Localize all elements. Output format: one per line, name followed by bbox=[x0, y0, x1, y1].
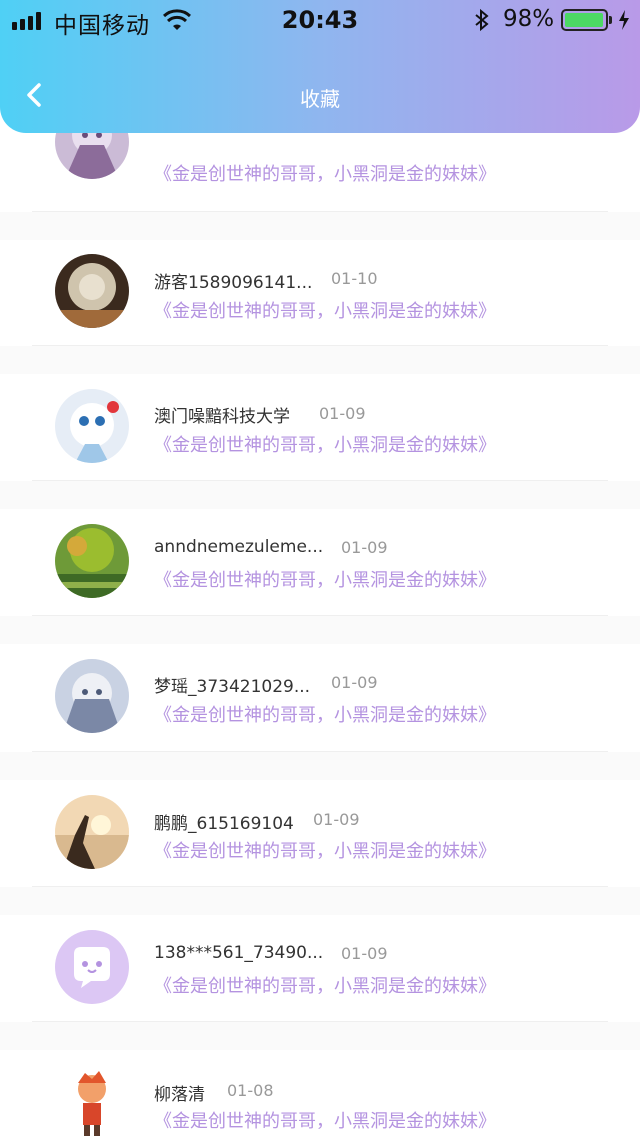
charging-icon bbox=[619, 10, 629, 30]
avatar bbox=[55, 659, 129, 733]
avatar bbox=[55, 1065, 129, 1136]
avatar bbox=[55, 389, 129, 463]
avatar bbox=[55, 524, 129, 598]
battery-fill bbox=[565, 13, 604, 27]
user-name: 澳门噪黯科技大学 bbox=[154, 407, 290, 427]
battery-cap bbox=[609, 16, 612, 24]
battery-icon bbox=[561, 9, 608, 31]
favorites-card: 《金是创世神的哥哥，小黑洞是金的妹妹》 游客1589096141... 01-1… bbox=[0, 105, 640, 1136]
row-gap bbox=[0, 616, 640, 644]
favorite-date: 01-09 bbox=[319, 404, 366, 423]
favorite-date: 01-09 bbox=[341, 538, 388, 557]
favorite-date: 01-10 bbox=[331, 269, 378, 288]
user-name: anndnemezuleme... bbox=[154, 537, 324, 557]
row-gap bbox=[0, 346, 640, 374]
favorite-quote: 《金是创世神的哥哥，小黑洞是金的妹妹》 bbox=[154, 976, 496, 997]
favorite-quote: 《金是创世神的哥哥，小黑洞是金的妹妹》 bbox=[154, 841, 496, 862]
row-gap bbox=[0, 481, 640, 509]
bluetooth-icon bbox=[475, 8, 489, 32]
favorite-quote: 《金是创世神的哥哥，小黑洞是金的妹妹》 bbox=[154, 705, 496, 726]
row-gap bbox=[0, 887, 640, 915]
favorite-quote: 《金是创世神的哥哥，小黑洞是金的妹妹》 bbox=[154, 1111, 496, 1132]
favorite-quote: 《金是创世神的哥哥，小黑洞是金的妹妹》 bbox=[154, 164, 496, 185]
user-name: 梦瑶_373421029... bbox=[154, 677, 311, 697]
favorite-quote: 《金是创世神的哥哥，小黑洞是金的妹妹》 bbox=[154, 435, 496, 456]
page-title: 收藏 bbox=[300, 87, 340, 111]
row-gap bbox=[0, 752, 640, 780]
favorite-quote: 《金是创世神的哥哥，小黑洞是金的妹妹》 bbox=[154, 301, 496, 322]
battery-percentage: 98% bbox=[503, 6, 555, 32]
user-name: 138***561_73490... bbox=[154, 943, 324, 963]
list-item[interactable]: 柳落清 01-08 《金是创世神的哥哥，小黑洞是金的妹妹》 bbox=[0, 1050, 640, 1136]
row-gap bbox=[0, 1022, 640, 1050]
favorite-quote: 《金是创世神的哥哥，小黑洞是金的妹妹》 bbox=[154, 570, 496, 591]
user-name: 游客1589096141... bbox=[154, 273, 313, 293]
user-name: 鹏鹏_615169104 bbox=[154, 814, 294, 834]
avatar bbox=[55, 930, 129, 1004]
favorite-date: 01-08 bbox=[227, 1081, 274, 1100]
user-name: 柳落清 bbox=[154, 1085, 205, 1105]
favorite-date: 01-09 bbox=[331, 673, 378, 692]
avatar bbox=[55, 254, 129, 328]
header: 中国移动 20:43 98% 收藏 bbox=[0, 0, 640, 133]
avatar bbox=[55, 795, 129, 869]
favorite-date: 01-09 bbox=[313, 810, 360, 829]
favorite-date: 01-09 bbox=[341, 944, 388, 963]
row-gap bbox=[0, 212, 640, 240]
status-bar: 中国移动 20:43 98% bbox=[0, 0, 640, 40]
